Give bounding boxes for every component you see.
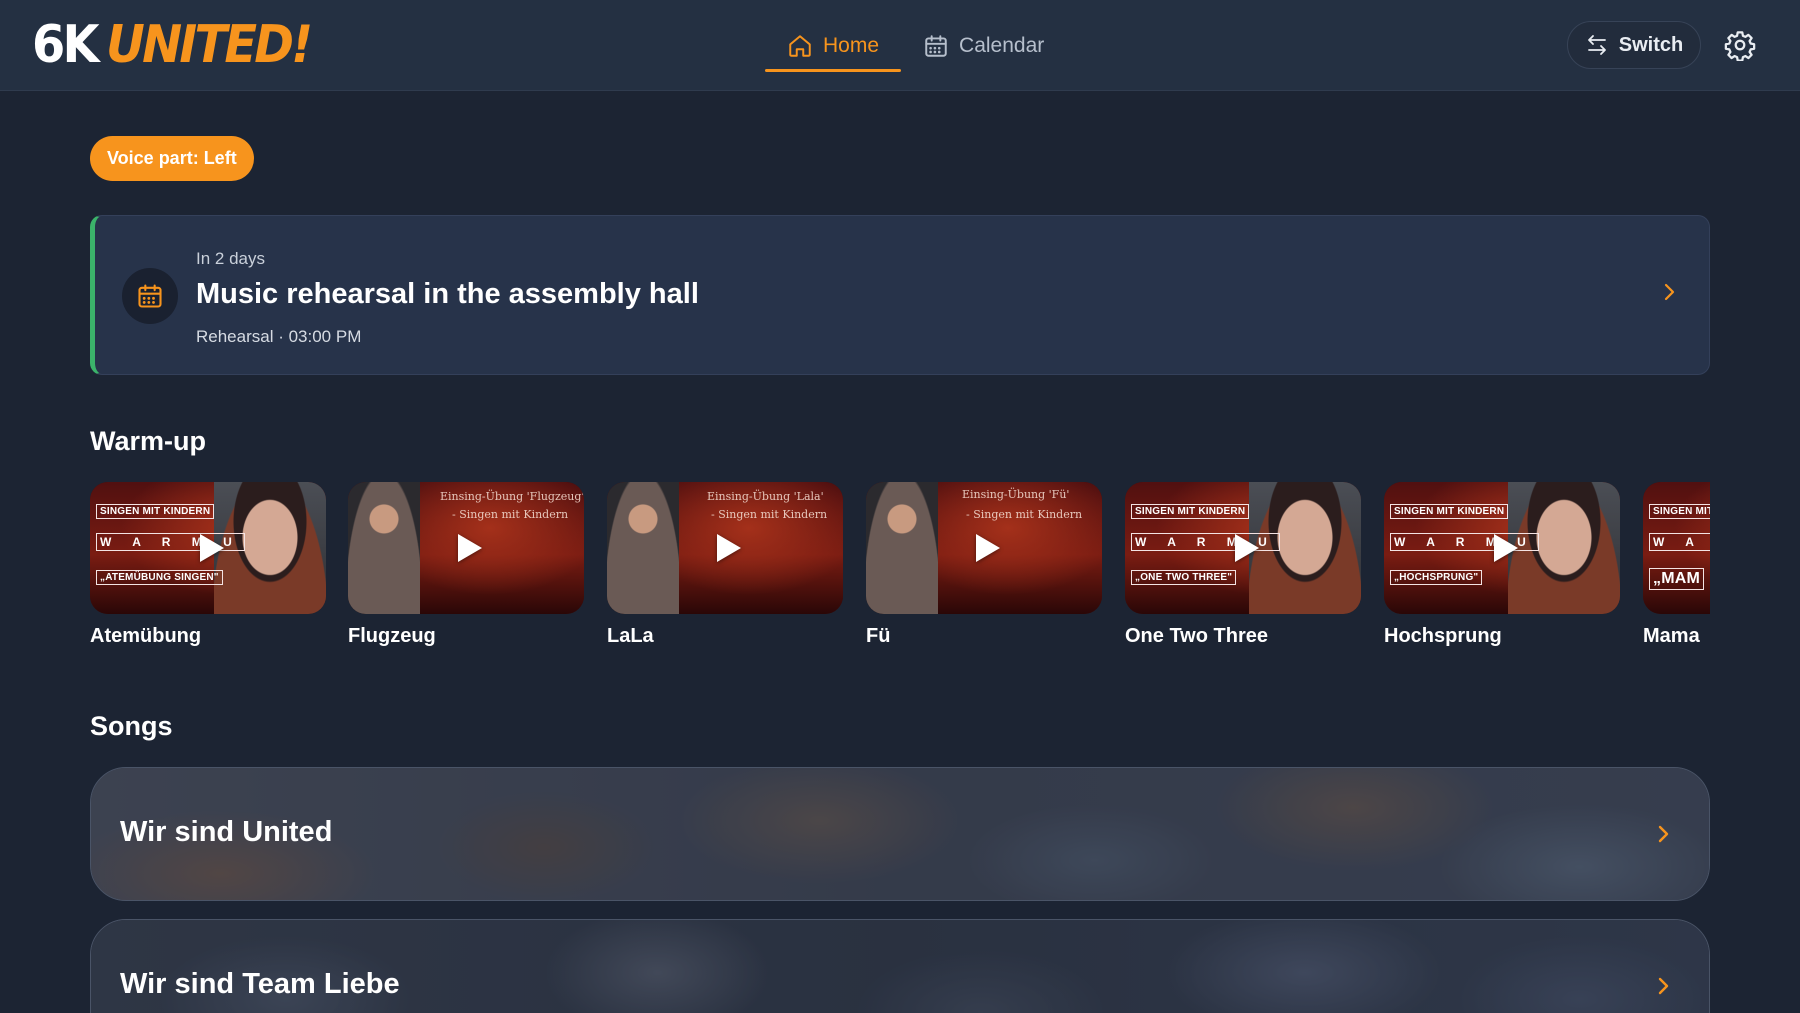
video-title: LaLa bbox=[607, 625, 654, 647]
thumbnail-tag: SINGEN MIT KINDERN bbox=[1390, 504, 1509, 519]
logo-text-united: UNITED! bbox=[106, 15, 313, 75]
video-title: Mama bbox=[1643, 625, 1700, 647]
song-title: Wir sind Team Liebe bbox=[120, 968, 400, 1000]
songs-heading: Songs bbox=[90, 711, 173, 741]
top-bar: 6K UNITED! Home Calendar Switch bbox=[0, 0, 1800, 91]
song-card-overlay bbox=[91, 768, 1709, 900]
play-icon bbox=[200, 534, 224, 562]
chevron-right-icon bbox=[1658, 825, 1669, 843]
upcoming-event-card[interactable]: In 2 days Music rehearsal in the assembl… bbox=[90, 215, 1710, 375]
thumbnail-caption: Einsing-Übung 'Lala' bbox=[707, 490, 824, 503]
video-title: One Two Three bbox=[1125, 625, 1268, 647]
switch-button[interactable]: Switch bbox=[1567, 21, 1701, 69]
warmup-video-card[interactable]: SINGEN MIT W A R M „MAM Mama bbox=[1643, 482, 1710, 648]
video-title: Fü bbox=[866, 625, 891, 647]
switch-button-label: Switch bbox=[1618, 33, 1684, 56]
thumbnail-tag: W A R M bbox=[1649, 533, 1710, 551]
play-icon bbox=[1494, 534, 1518, 562]
event-relative-time: In 2 days bbox=[196, 249, 265, 268]
play-icon bbox=[976, 534, 1000, 562]
thumbnail-caption: - Singen mit Kindern bbox=[452, 508, 569, 521]
thumbnail-tag: „ONE TWO THREE" bbox=[1131, 570, 1237, 585]
thumbnail-tag: SINGEN MIT KINDERN bbox=[96, 504, 215, 519]
thumbnail-tag: „ATEMÜBUNG SINGEN" bbox=[96, 570, 223, 585]
thumbnail-portrait bbox=[607, 482, 679, 614]
play-icon bbox=[1235, 534, 1259, 562]
tab-calendar-label: Calendar bbox=[959, 33, 1045, 57]
video-thumbnail: Einsing-Übung 'Lala' - Singen mit Kinder… bbox=[607, 482, 843, 614]
song-card[interactable]: Wir sind United bbox=[90, 767, 1710, 901]
play-icon bbox=[717, 534, 741, 562]
video-thumbnail: Einsing-Übung 'Flugzeug' - Singen mit Ki… bbox=[348, 482, 584, 614]
thumbnail-caption: Einsing-Übung 'Flugzeug' bbox=[440, 490, 584, 503]
video-title: Flugzeug bbox=[348, 625, 436, 647]
thumbnail-tag: „HOCHSPRUNG" bbox=[1390, 570, 1483, 585]
video-thumbnail: SINGEN MIT KINDERN W A R M U „ATEMÜBUNG … bbox=[90, 482, 326, 614]
main-nav: Home Calendar bbox=[765, 0, 1066, 91]
logo-text-6k: 6K bbox=[32, 15, 100, 75]
thumbnail-caption: Einsing-Übung 'Fü' bbox=[962, 488, 1070, 501]
thumbnail-portrait bbox=[866, 482, 938, 614]
warmup-carousel[interactable]: SINGEN MIT KINDERN W A R M U „ATEMÜBUNG … bbox=[90, 482, 1710, 652]
thumbnail-caption: - Singen mit Kindern bbox=[966, 508, 1083, 521]
video-thumbnail: SINGEN MIT W A R M „MAM bbox=[1643, 482, 1710, 614]
song-title: Wir sind United bbox=[120, 816, 333, 848]
chevron-right-icon bbox=[1664, 283, 1675, 301]
tab-home[interactable]: Home bbox=[765, 0, 902, 91]
warmup-video-card[interactable]: SINGEN MIT KINDERN W A R M U „HOCHSPRUNG… bbox=[1384, 482, 1620, 648]
thumbnail-tag: „MAM bbox=[1649, 568, 1705, 590]
video-title: Hochsprung bbox=[1384, 625, 1502, 647]
warmup-heading: Warm-up bbox=[90, 426, 206, 456]
voice-part-badge: Voice part: Left bbox=[90, 136, 254, 181]
thumbnail-tag: SINGEN MIT bbox=[1649, 504, 1710, 519]
warmup-video-card[interactable]: SINGEN MIT KINDERN W A R M U „ATEMÜBUNG … bbox=[90, 482, 326, 648]
warmup-video-card[interactable]: Einsing-Übung 'Fü' - Singen mit Kindern … bbox=[866, 482, 1102, 648]
song-card[interactable]: Wir sind Team Liebe bbox=[90, 919, 1710, 1013]
video-thumbnail: SINGEN MIT KINDERN W A R M U „HOCHSPRUNG… bbox=[1384, 482, 1620, 614]
play-icon bbox=[458, 534, 482, 562]
gear-icon bbox=[1724, 31, 1756, 61]
warmup-video-card[interactable]: Einsing-Übung 'Lala' - Singen mit Kinder… bbox=[607, 482, 843, 648]
video-thumbnail: SINGEN MIT KINDERN W A R M U „ONE TWO TH… bbox=[1125, 482, 1361, 614]
swap-arrows-icon bbox=[1587, 35, 1606, 55]
event-title: Music rehearsal in the assembly hall bbox=[196, 278, 699, 310]
chevron-right-icon bbox=[1658, 977, 1669, 995]
calendar-icon bbox=[925, 34, 947, 57]
warmup-video-card[interactable]: Einsing-Übung 'Flugzeug' - Singen mit Ki… bbox=[348, 482, 584, 648]
thumbnail-portrait bbox=[348, 482, 420, 614]
home-icon bbox=[789, 34, 811, 57]
settings-button[interactable] bbox=[1722, 27, 1758, 63]
warmup-video-card[interactable]: SINGEN MIT KINDERN W A R M U „ONE TWO TH… bbox=[1125, 482, 1361, 648]
tab-calendar[interactable]: Calendar bbox=[901, 0, 1066, 91]
event-meta: Rehearsal · 03:00 PM bbox=[196, 327, 362, 346]
thumbnail-caption: - Singen mit Kindern bbox=[711, 508, 828, 521]
app-logo[interactable]: 6K UNITED! bbox=[32, 14, 313, 76]
calendar-icon bbox=[138, 284, 162, 308]
event-icon-wrap bbox=[122, 268, 178, 324]
video-thumbnail: Einsing-Übung 'Fü' - Singen mit Kindern bbox=[866, 482, 1102, 614]
video-title: Atemübung bbox=[90, 625, 202, 647]
tab-home-label: Home bbox=[823, 33, 880, 57]
thumbnail-tag: SINGEN MIT KINDERN bbox=[1131, 504, 1250, 519]
